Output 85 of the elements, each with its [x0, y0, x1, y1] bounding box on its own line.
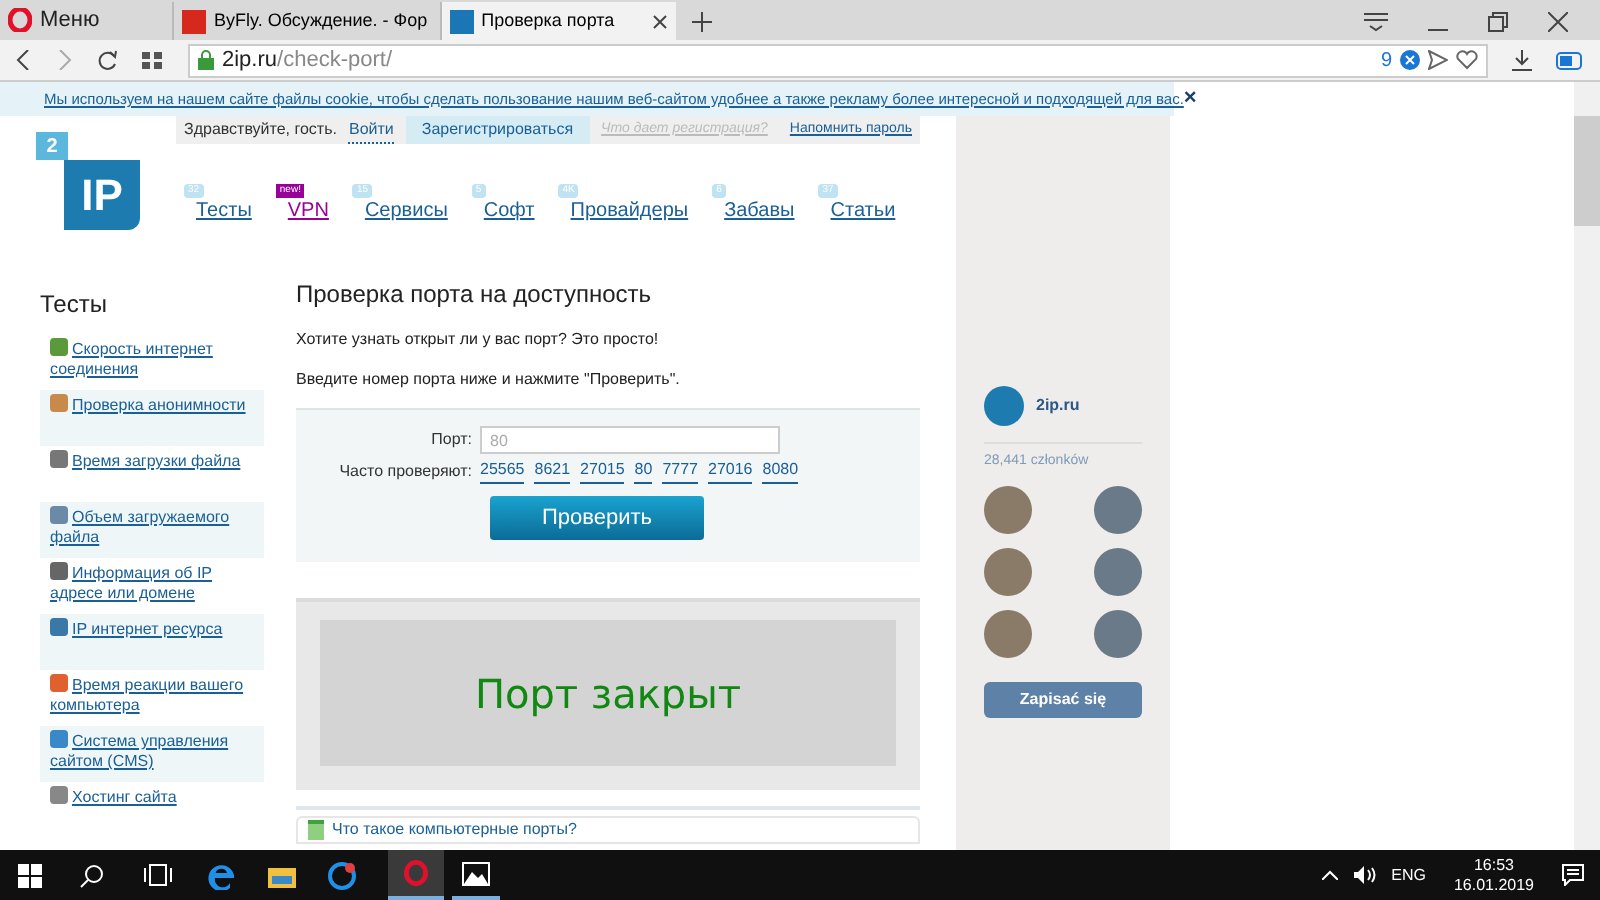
- edge-icon[interactable]: [208, 861, 236, 889]
- lock-icon: [198, 50, 214, 70]
- nav-link[interactable]: Провайдеры: [570, 200, 689, 222]
- sidebar-link[interactable]: Хостинг сайта: [50, 786, 254, 808]
- avatar: [984, 485, 1032, 533]
- avatar: [1094, 609, 1142, 657]
- avatar: [984, 609, 1032, 657]
- ad-blocker-icon[interactable]: [1400, 50, 1420, 70]
- battery-icon[interactable]: [1556, 51, 1584, 69]
- instruction-text: Введите номер порта ниже и нажмите "Проверить".: [296, 368, 682, 392]
- sidebar-link[interactable]: Время реакции вашего компьютера: [50, 674, 254, 716]
- speed-dial-icon[interactable]: [142, 51, 164, 69]
- join-button[interactable]: Zapisać się: [984, 681, 1142, 717]
- download-icon[interactable]: [1512, 49, 1532, 71]
- tab-menu-icon[interactable]: [1364, 12, 1388, 32]
- search-icon[interactable]: [80, 863, 104, 887]
- close-icon[interactable]: [1548, 12, 1568, 32]
- port-link[interactable]: 80: [634, 458, 653, 484]
- start-icon[interactable]: [18, 863, 42, 887]
- register-link[interactable]: Зарегистрироваться: [405, 116, 590, 144]
- nav-link[interactable]: Сервисы: [364, 200, 448, 222]
- language-indicator[interactable]: ENG: [1391, 863, 1426, 887]
- clock-time: 16:53: [1473, 855, 1514, 875]
- logo: IP: [64, 160, 140, 230]
- faq-link[interactable]: Что такое компьютерные порты?: [332, 818, 577, 842]
- port-link[interactable]: 27016: [708, 458, 753, 484]
- address-bar[interactable]: 2ip.ru/check-port/ 9: [188, 43, 1488, 77]
- result-text: Порт закрыт: [474, 667, 742, 721]
- tab-title: ByFly. Обсуждение. - Фор: [214, 7, 428, 34]
- port-link[interactable]: 8080: [762, 458, 799, 484]
- logo-badge: 2: [36, 132, 68, 160]
- app-icon[interactable]: [328, 861, 356, 889]
- nav-link[interactable]: Софт: [483, 200, 535, 222]
- port-label: Порт:: [429, 428, 474, 452]
- port-link[interactable]: 25565: [480, 458, 525, 484]
- notification-icon[interactable]: [1562, 864, 1584, 886]
- new-tab-icon[interactable]: [691, 12, 712, 32]
- group-name: 2ip.ru: [1036, 394, 1080, 418]
- url-text: 2ip.ru/check-port/: [222, 45, 392, 76]
- opera-logo-icon: [8, 8, 32, 32]
- back-icon[interactable]: [16, 50, 32, 70]
- port-link[interactable]: 27015: [580, 458, 625, 484]
- task-view-icon[interactable]: [144, 864, 172, 886]
- speaker-icon[interactable]: [1353, 866, 1376, 884]
- heart-icon[interactable]: [1456, 50, 1478, 70]
- opera-logo-icon: [404, 860, 428, 886]
- port-link[interactable]: 8621: [534, 458, 571, 484]
- sidebar-title: Тесты: [40, 288, 109, 322]
- close-button[interactable]: ×: [1183, 82, 1197, 116]
- clock-date: 16.01.2019: [1453, 875, 1534, 895]
- caret-up-icon[interactable]: [1321, 870, 1338, 880]
- nav-link[interactable]: Статьи: [830, 200, 896, 222]
- port-link[interactable]: 7777: [662, 458, 698, 484]
- tab-title: Проверка порта: [481, 7, 615, 34]
- browser-tab[interactable]: Проверка порта: [439, 2, 676, 40]
- menu-button[interactable]: Меню: [0, 0, 172, 40]
- login-link[interactable]: Войти: [348, 117, 394, 143]
- send-icon[interactable]: [1428, 50, 1448, 70]
- nav-link[interactable]: VPN: [287, 200, 329, 222]
- group-logo: [984, 386, 1024, 426]
- check-button[interactable]: Проверить: [490, 496, 704, 540]
- sidebar-link[interactable]: Время загрузки файла: [50, 450, 254, 472]
- close-icon[interactable]: [651, 13, 668, 29]
- document-icon: [308, 820, 324, 840]
- photos-icon: [462, 861, 490, 885]
- nav-link[interactable]: Забавы: [724, 200, 795, 222]
- favicon-icon: [449, 9, 474, 33]
- port-input[interactable]: 80: [480, 426, 780, 454]
- nav-link[interactable]: Тесты: [196, 200, 252, 222]
- intro-text: Хотите узнать открыт ли у вас порт? Это просто!: [296, 328, 661, 352]
- avatar: [984, 547, 1032, 595]
- favicon-icon: [182, 9, 206, 33]
- sidebar-link[interactable]: Скорость интернет соединения: [50, 338, 254, 380]
- page-title: Проверка порта на доступность: [296, 278, 654, 312]
- taskbar-opera-button[interactable]: [388, 850, 444, 900]
- blocked-count: 9: [1380, 47, 1392, 75]
- scrollbar[interactable]: [1574, 82, 1600, 850]
- avatar: [1094, 547, 1142, 595]
- greeting-text: Здравствуйте, гость.: [184, 118, 337, 142]
- frequent-label: Часто проверяют:: [337, 459, 474, 483]
- avatar: [1094, 485, 1142, 533]
- folder-icon[interactable]: [268, 863, 296, 887]
- reload-icon[interactable]: [96, 49, 118, 71]
- restore-icon[interactable]: [1488, 12, 1508, 32]
- sidebar-link[interactable]: Информация об IP адресе или домене: [50, 562, 254, 604]
